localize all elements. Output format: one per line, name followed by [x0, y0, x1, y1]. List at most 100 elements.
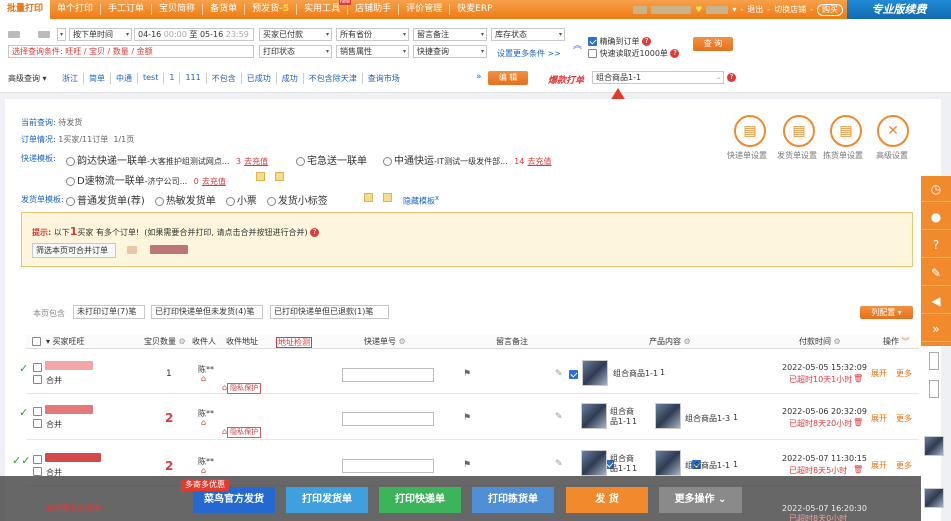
expand-link[interactable]: 展开 — [871, 460, 887, 471]
tab-manual-order[interactable]: 手工订单 — [101, 0, 151, 19]
ship-template-option[interactable]: 普通发货单(荐) — [66, 192, 145, 207]
express-settings-icon[interactable]: ▤ — [734, 115, 766, 147]
tab-single-print[interactable]: 单个打印 — [50, 0, 100, 19]
trash-icon[interactable]: 🗑 — [853, 418, 863, 427]
date-range-input[interactable]: 04-16 00:00 至 05-16 23:59 — [134, 28, 254, 41]
select-all-checkbox[interactable] — [32, 335, 41, 349]
advanced-settings-label[interactable]: 高级设置 — [876, 150, 908, 161]
ship-template-option[interactable]: 发货小标签 — [266, 192, 328, 207]
edit-icon[interactable]: ✎ — [555, 459, 563, 469]
template-option-1[interactable]: 宅急送一联单 — [296, 152, 367, 167]
more-conditions-link[interactable]: 设置更多条件 >> — [497, 48, 561, 59]
col-qty[interactable]: 宝贝数量 ⚙ — [144, 335, 186, 349]
quick-tag[interactable]: 不包含除天津 — [302, 73, 362, 84]
table-row[interactable] — [26, 350, 919, 394]
ship-settings-label[interactable]: 发货单设置 — [777, 150, 817, 161]
tab-review-manage[interactable]: 评价管理 — [399, 0, 449, 19]
edit-icon[interactable]: ✎ — [921, 260, 951, 286]
help-icon[interactable]: ? — [642, 37, 652, 46]
gear-icon[interactable]: ⚙ — [179, 337, 186, 346]
add-template-icon[interactable] — [256, 172, 265, 181]
shop-select[interactable]: ▾ — [57, 28, 66, 41]
product-checkbox[interactable] — [569, 370, 578, 379]
row-checkbox[interactable] — [33, 407, 42, 416]
quick-tag[interactable]: 查询市场 — [361, 73, 405, 84]
exact-to-order-checkbox[interactable] — [588, 37, 597, 46]
address-check-button[interactable]: 地址检测 — [276, 337, 312, 348]
print-status-select[interactable]: 打印状态 ▾ — [259, 45, 332, 58]
advanced-query-label[interactable]: 高级查询 ▾ — [8, 73, 47, 84]
quick-tag[interactable]: test — [137, 73, 163, 84]
quick-tag[interactable]: 1 — [163, 73, 179, 84]
ship-template-radio[interactable] — [66, 196, 75, 206]
quick-tag[interactable]: 已成功 — [240, 73, 276, 84]
quick-tag[interactable]: 浙江 — [57, 73, 83, 84]
quick-tag[interactable]: 简单 — [83, 73, 110, 84]
scroll-thumb[interactable] — [929, 380, 939, 398]
filter-chip-printed-unshipped[interactable]: 已打印快递单但未发货(4)笔 — [151, 305, 263, 319]
flag-icon[interactable]: ⚑ — [463, 369, 471, 379]
tracking-number-input[interactable] — [342, 368, 434, 382]
ship-template-radio[interactable] — [154, 196, 164, 206]
row-checkbox[interactable] — [33, 363, 42, 372]
trash-icon[interactable]: 🗑 — [853, 465, 863, 474]
upgrade-button[interactable]: 专业版续费 — [847, 0, 951, 19]
message-note-select[interactable]: 留言备注 ▾ — [413, 28, 487, 41]
template-radio[interactable] — [66, 156, 75, 166]
quick-tag[interactable]: 不包含 — [205, 73, 241, 84]
ship-button[interactable]: 发 货 — [566, 487, 648, 513]
tab-tools[interactable]: 实用工具 new — [297, 0, 352, 19]
tab-item-alias[interactable]: 宝贝简称 — [152, 0, 202, 19]
express-settings-label[interactable]: 快递单设置 — [727, 150, 767, 161]
template-option-0[interactable]: 韵达快递一联单-大客推护组测试网点... 3 去充值 — [66, 152, 268, 167]
close-icon[interactable]: x — [435, 194, 439, 202]
expand-link[interactable]: 展开 — [871, 368, 887, 379]
clock-icon[interactable]: ◷ — [921, 176, 951, 202]
pay-status-select[interactable]: 买家已付款 ▾ — [259, 28, 332, 41]
query-button[interactable]: 查 询 — [693, 37, 733, 51]
wrench-icon[interactable]: ✕ — [877, 115, 909, 147]
quick-tag[interactable]: 111 — [179, 73, 205, 84]
gear-icon[interactable]: ⚙ — [684, 337, 691, 346]
recharge-link[interactable]: 去充值 — [202, 177, 226, 186]
exact-to-order-option[interactable]: 精确到订单 ? — [588, 36, 652, 47]
template-option-3[interactable]: D速物流一联单-济宁公司... 0 去充值 — [66, 172, 226, 187]
more-ops-button[interactable]: 更多操作 ⌄ — [659, 487, 742, 513]
fast-read-checkbox[interactable] — [588, 49, 597, 58]
more-link[interactable]: 更多 — [896, 413, 912, 424]
recharge-link[interactable]: 去充值 — [244, 157, 268, 166]
gear-icon[interactable]: ⚙ — [399, 337, 406, 346]
remove-template-icon[interactable] — [383, 193, 392, 202]
flag-icon[interactable]: ⚑ — [463, 413, 471, 423]
buy-button[interactable]: 购买 — [817, 3, 843, 16]
sales-attr-select[interactable]: 销售属性 ▾ — [336, 45, 409, 58]
more-link[interactable]: 更多 — [896, 460, 912, 471]
privacy-protect[interactable]: ⌂ 隐私保护 — [222, 383, 262, 394]
collapse-icon[interactable]: ︽ — [573, 38, 582, 51]
gear-icon[interactable]: ⚙ — [834, 337, 841, 346]
express-query-select[interactable]: 快捷查询 ▾ — [413, 45, 487, 58]
column-config-button[interactable]: 列配置 ▾ — [860, 306, 913, 319]
chevron-down-icon[interactable]: ▾ — [732, 5, 736, 14]
edit-button[interactable]: 编 辑 — [488, 71, 528, 85]
stock-status-select[interactable]: 库存状态 ▾ — [491, 28, 565, 41]
switch-shop-link[interactable]: 切换店铺 — [774, 4, 806, 15]
quick-tag[interactable]: 成功 — [275, 73, 303, 84]
col-buyer[interactable]: ▾ 买家旺旺 — [46, 335, 85, 349]
tracking-number-input[interactable] — [342, 459, 434, 473]
help-icon[interactable]: ? — [670, 49, 680, 58]
table-row[interactable] — [26, 394, 919, 440]
col-tracking[interactable]: 快递单号 ⚙ — [364, 335, 406, 349]
more-link[interactable]: 更多 — [896, 368, 912, 379]
pick-settings-label[interactable]: 拣货单设置 — [823, 150, 863, 161]
template-radio[interactable] — [296, 156, 305, 166]
help-icon[interactable]: ? — [727, 73, 736, 82]
tab-pre-ship[interactable]: 预发货-5 — [245, 0, 296, 19]
fast-read-option[interactable]: 快速读取近1000单 ? — [588, 48, 680, 59]
add-template-icon[interactable] — [364, 193, 373, 202]
ship-template-option[interactable]: 小票 — [225, 192, 257, 207]
template-radio[interactable] — [383, 156, 392, 166]
combo-product-select[interactable]: 组合商品1-1 ⌄ — [592, 71, 724, 84]
col-pay-time[interactable]: 付款时间 ⚙ — [799, 335, 841, 349]
merge-checkbox[interactable] — [33, 467, 42, 476]
